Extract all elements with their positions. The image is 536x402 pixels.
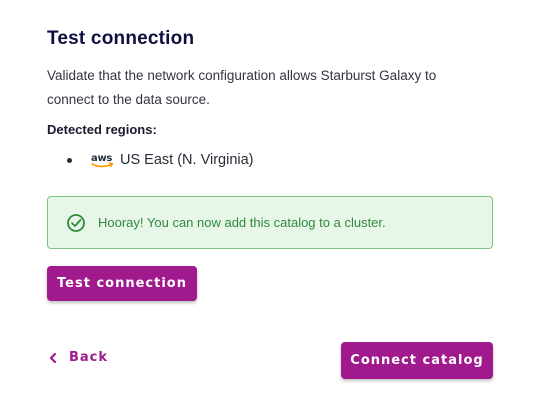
svg-text:aws: aws	[91, 153, 112, 164]
region-list-item: aws US East (N. Virginia)	[67, 149, 254, 171]
section-description: Validate that the network configuration …	[47, 68, 437, 107]
aws-icon: aws	[90, 149, 116, 171]
check-circle-icon	[67, 213, 85, 232]
section-title: Test connection	[47, 28, 195, 49]
success-alert: Hooray! You can now add this catalog to …	[47, 196, 493, 249]
success-message: Hooray! You can now add this catalog to …	[98, 215, 386, 230]
chevron-left-icon	[49, 352, 57, 363]
detected-regions-label: Detected regions:	[47, 122, 157, 137]
back-button[interactable]: Back	[47, 350, 108, 365]
bullet-icon	[67, 157, 72, 163]
region-name: US East (N. Virginia)	[120, 152, 254, 168]
back-label: Back	[69, 350, 109, 365]
connect-catalog-button[interactable]: Connect catalog	[341, 342, 493, 379]
test-connection-button[interactable]: Test connection	[47, 266, 197, 301]
